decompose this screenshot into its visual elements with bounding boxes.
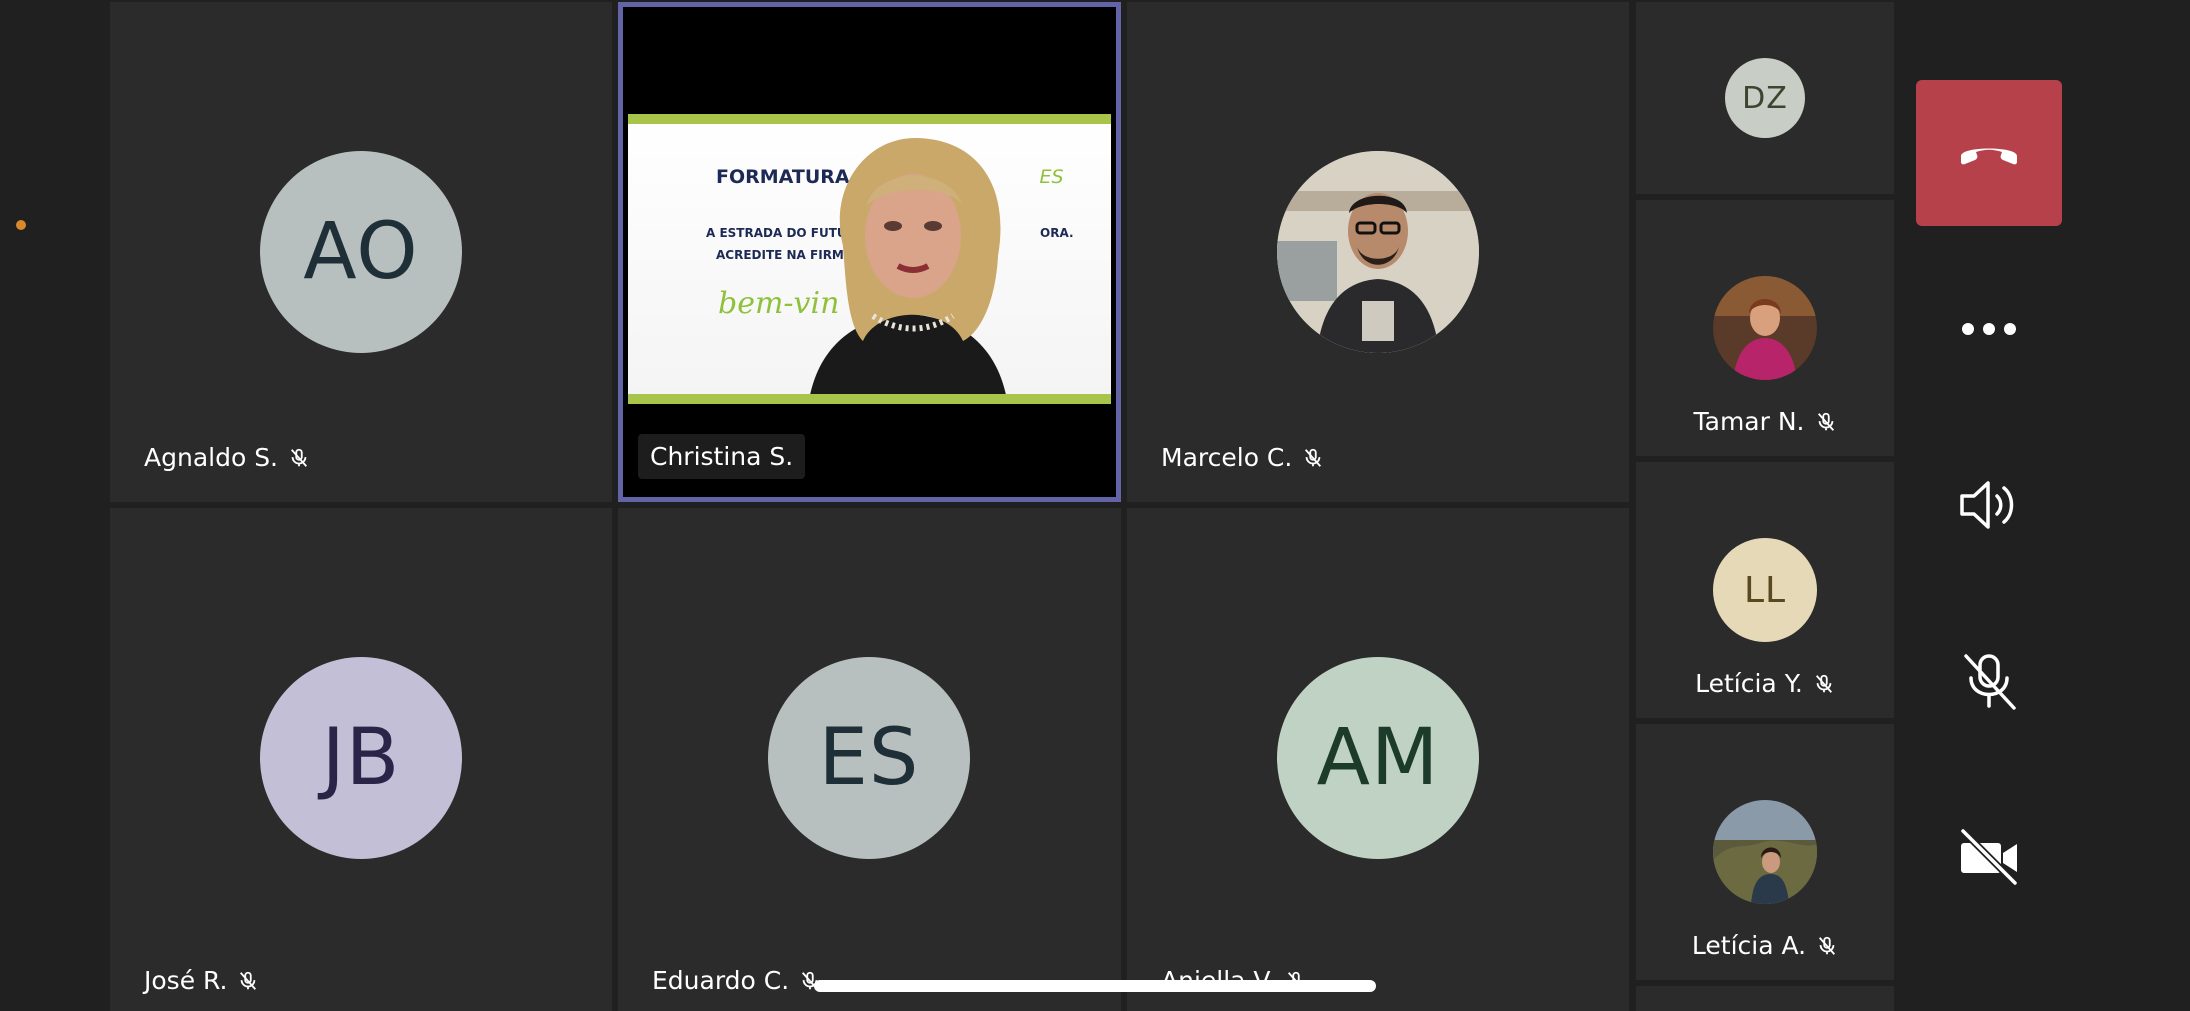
mic-off-icon bbox=[1816, 935, 1838, 957]
participant-tile-eduardo[interactable]: ES Eduardo C. bbox=[618, 508, 1121, 1011]
side-participant-partial[interactable] bbox=[1636, 986, 1894, 1011]
more-options-button[interactable] bbox=[1946, 286, 2032, 372]
participant-name: José R. bbox=[144, 966, 228, 995]
side-participant-tamar[interactable]: Tamar N. bbox=[1636, 200, 1894, 456]
side-participant-leticia-y[interactable]: LL Letícia Y. bbox=[1636, 462, 1894, 718]
avatar: AM bbox=[1277, 657, 1479, 859]
participant-name: Eduardo C. bbox=[652, 966, 790, 995]
participant-tile-agnaldo[interactable]: AO Agnaldo S. bbox=[110, 2, 612, 502]
participant-tile-aniella[interactable]: AM Aniella V. bbox=[1127, 508, 1629, 1011]
participant-name: Tamar N. bbox=[1693, 407, 1805, 436]
hang-up-button[interactable] bbox=[1916, 80, 2062, 226]
participant-name: Letícia A. bbox=[1691, 931, 1807, 960]
side-participant-dz[interactable]: DZ bbox=[1636, 2, 1894, 194]
avatar: LL bbox=[1713, 538, 1817, 642]
shared-slide-video: FORMATURA 2 ES A ESTRADA DO FUTURO ORA. A… bbox=[628, 114, 1111, 404]
camera-button[interactable] bbox=[1946, 814, 2032, 900]
mic-off-icon bbox=[288, 447, 310, 469]
hang-up-icon bbox=[1961, 148, 2017, 165]
mute-microphone-button[interactable] bbox=[1946, 638, 2032, 724]
avatar-photo bbox=[1713, 800, 1817, 904]
mic-off-icon bbox=[237, 970, 259, 992]
speaker-video-person bbox=[808, 137, 1008, 404]
avatar: DZ bbox=[1725, 58, 1805, 138]
avatar: ES bbox=[768, 657, 970, 859]
participant-name: Marcelo C. bbox=[1161, 443, 1293, 472]
avatar: JB bbox=[260, 657, 462, 859]
speaker-button[interactable] bbox=[1946, 462, 2032, 548]
participant-tile-marcelo[interactable]: Marcelo C. bbox=[1127, 2, 1629, 502]
mic-off-icon bbox=[1302, 447, 1324, 469]
participant-name: Agnaldo S. bbox=[144, 443, 279, 472]
mic-off-icon bbox=[1815, 411, 1837, 433]
teams-call-screen: AO Agnaldo S. FORMATURA 2 ES A ESTRADA DO… bbox=[0, 0, 2190, 1011]
speaker-icon bbox=[1960, 481, 2014, 529]
avatar-photo bbox=[1713, 276, 1817, 380]
camera-off-icon bbox=[1959, 827, 2019, 887]
home-indicator[interactable] bbox=[814, 980, 1376, 992]
participant-tile-jose[interactable]: JB José R. bbox=[110, 508, 612, 1011]
microphone-off-icon bbox=[1964, 654, 2016, 710]
status-dot bbox=[16, 220, 26, 230]
participant-tile-christina[interactable]: FORMATURA 2 ES A ESTRADA DO FUTURO ORA. A… bbox=[618, 2, 1121, 502]
side-participant-leticia-a[interactable]: Letícia A. bbox=[1636, 724, 1894, 980]
avatar-photo bbox=[1277, 151, 1479, 353]
participant-name: Letícia Y. bbox=[1695, 669, 1803, 698]
more-options-icon bbox=[1962, 323, 2016, 335]
mic-off-icon bbox=[1813, 673, 1835, 695]
participant-name: Christina S. bbox=[638, 434, 806, 479]
avatar: AO bbox=[260, 151, 462, 353]
